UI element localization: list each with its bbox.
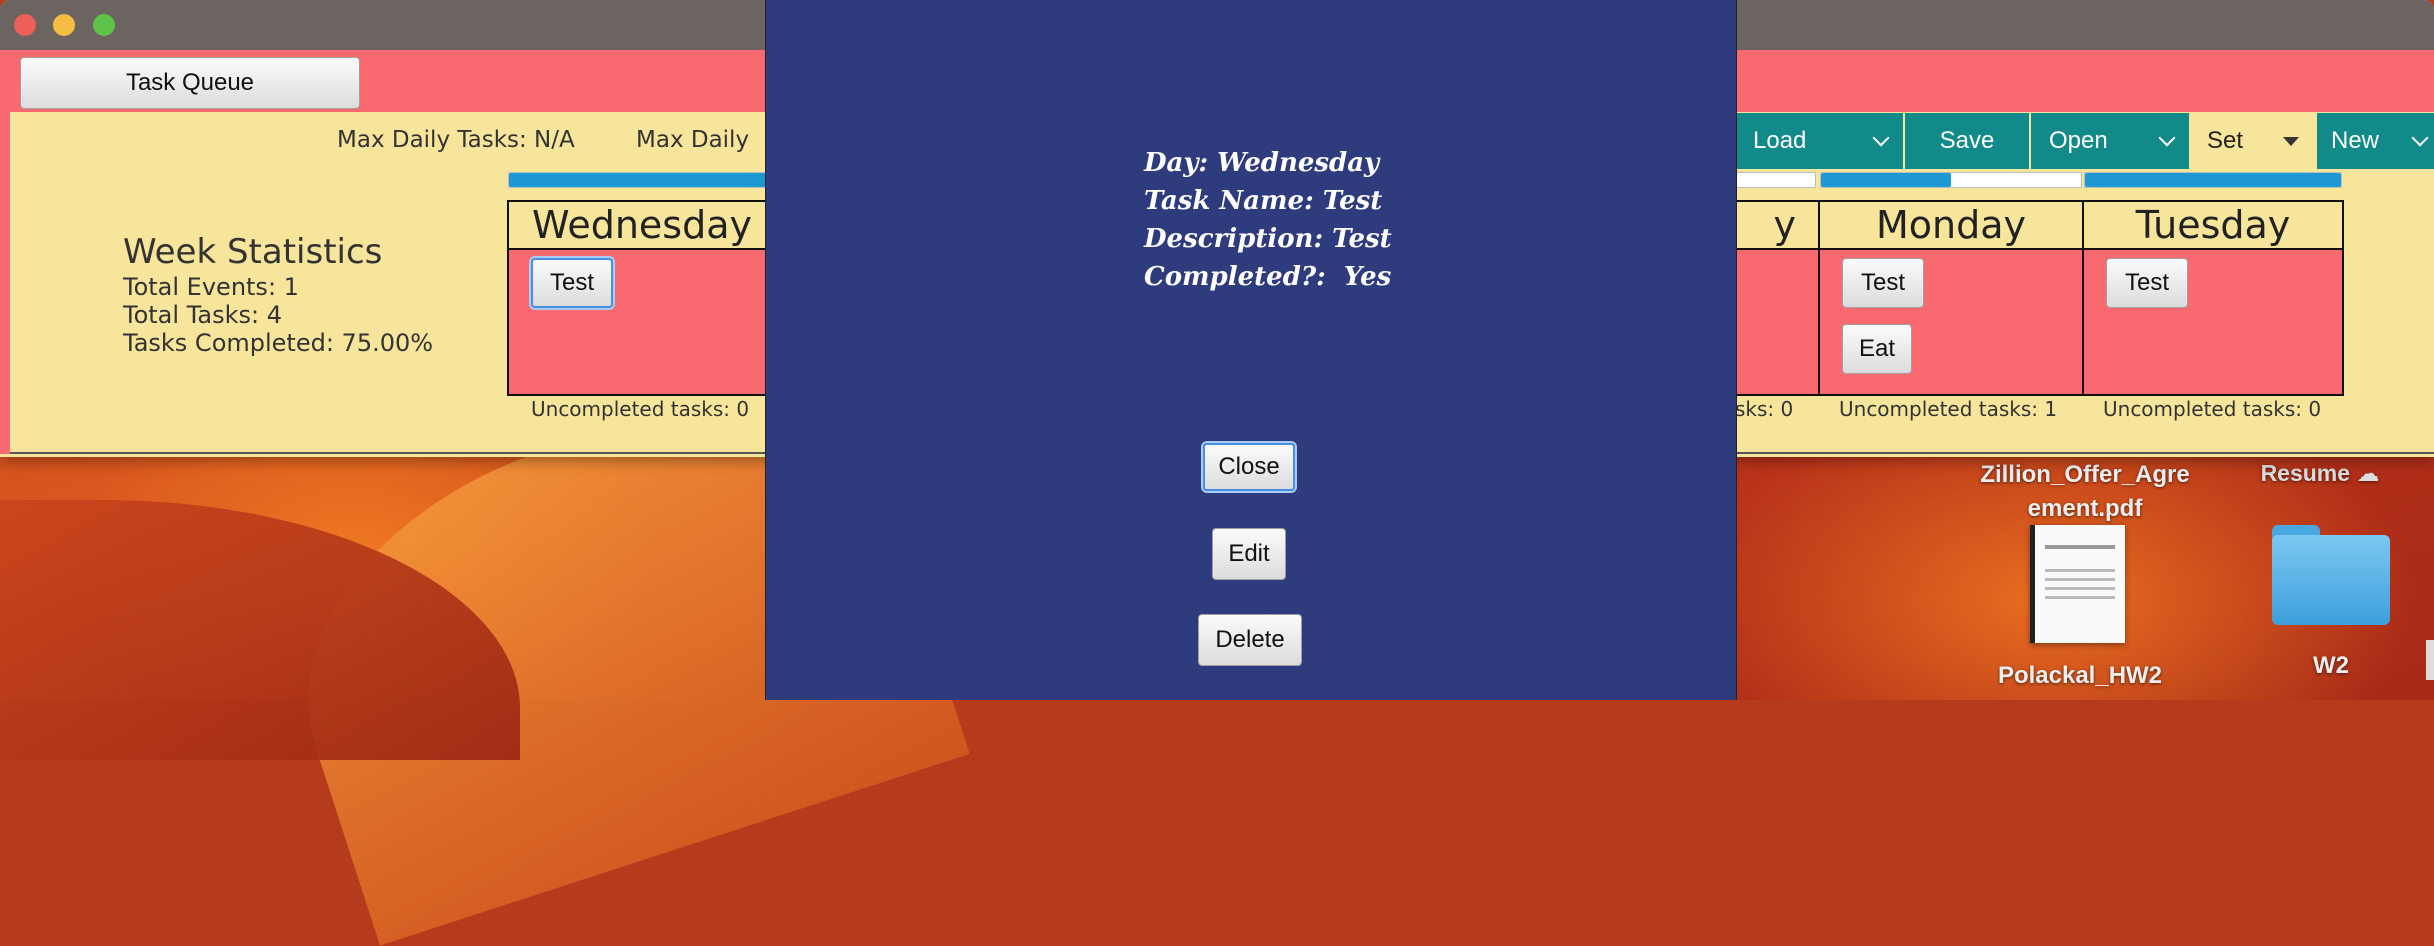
max-daily-label: Max Daily xyxy=(636,127,750,153)
chevron-down-icon xyxy=(2411,129,2429,147)
task-button[interactable]: Eat xyxy=(1842,324,1912,374)
task-queue-button[interactable]: Task Queue xyxy=(20,57,360,109)
pdf-file-label[interactable]: Zillion_Offer_Agre ement.pdf xyxy=(1960,458,2210,526)
new-menu[interactable]: New xyxy=(2317,113,2434,169)
wednesday-header: Wednesday xyxy=(509,202,775,250)
maximize-window-icon[interactable] xyxy=(93,14,115,36)
delete-button[interactable]: Delete xyxy=(1198,614,1302,666)
task-button[interactable]: Test xyxy=(1842,258,1924,308)
monday-uncompleted-label: Uncompleted tasks: 1 xyxy=(1839,397,2058,421)
wednesday-uncompleted-label: Uncompleted tasks: 0 xyxy=(531,397,750,421)
tuesday-progress-bar xyxy=(2084,172,2342,188)
task-button[interactable]: Test xyxy=(2106,258,2188,308)
wednesday-body: Test xyxy=(509,250,775,394)
edit-button[interactable]: Edit xyxy=(1212,528,1286,580)
folder-icon[interactable] xyxy=(2272,525,2390,625)
close-window-icon[interactable] xyxy=(14,14,36,36)
total-events-label: Total Events: 1 xyxy=(123,273,299,301)
wednesday-progress-bar xyxy=(508,172,770,188)
monday-column: Monday Test Eat xyxy=(1818,200,2084,396)
dialog-completed-text: Completed?: Yes xyxy=(1144,262,1392,292)
week-stats-title: Week Statistics xyxy=(123,232,383,272)
tuesday-uncompleted-label: Uncompleted tasks: 0 xyxy=(2103,397,2322,421)
task-detail-dialog: Day: Wednesday Task Name: Test Descripti… xyxy=(765,0,1737,700)
load-menu[interactable]: Load xyxy=(1735,113,1903,169)
dialog-description-text: Description: Test xyxy=(1144,224,1392,254)
monday-progress-bar xyxy=(1820,172,2082,188)
total-tasks-label: Total Tasks: 4 xyxy=(123,301,282,329)
partial-progress-bar xyxy=(1736,172,1816,188)
caret-down-icon xyxy=(2283,136,2299,146)
dialog-day-text: Day: Wednesday xyxy=(1144,148,1380,178)
resume-label[interactable]: Resume ☁ xyxy=(2240,460,2400,487)
tuesday-column: Tuesday Test xyxy=(2082,200,2344,396)
minimize-window-icon[interactable] xyxy=(53,14,75,36)
icloud-download-icon: ☁ xyxy=(2356,460,2380,486)
document-icon[interactable] xyxy=(2030,525,2125,643)
close-button[interactable]: Close xyxy=(1203,443,1295,491)
tuesday-body: Test xyxy=(2084,250,2342,394)
wednesday-column: Wednesday Test xyxy=(507,200,777,396)
tasks-completed-label: Tasks Completed: 75.00% xyxy=(123,329,434,357)
tuesday-header: Tuesday xyxy=(2084,202,2342,250)
doc-file-label[interactable]: Polackal_HW2 xyxy=(1980,662,2180,690)
set-menu[interactable]: Set xyxy=(2191,113,2315,169)
left-edge xyxy=(0,50,10,454)
max-daily-tasks-label: Max Daily Tasks: N/A xyxy=(337,127,575,153)
folder-label[interactable]: W2 xyxy=(2272,652,2390,680)
chevron-down-icon xyxy=(2158,129,2176,147)
task-button[interactable]: Test xyxy=(531,258,613,308)
partial-desktop-icon xyxy=(2426,640,2434,680)
monday-header: Monday xyxy=(1820,202,2082,250)
chevron-down-icon xyxy=(1872,129,1890,147)
save-button[interactable]: Save xyxy=(1905,113,2029,169)
open-menu[interactable]: Open xyxy=(2031,113,2189,169)
monday-body: Test Eat xyxy=(1820,250,2082,394)
partial-uncompleted-label: sks: 0 xyxy=(1735,397,1794,421)
dialog-task-name-text: Task Name: Test xyxy=(1144,186,1383,216)
